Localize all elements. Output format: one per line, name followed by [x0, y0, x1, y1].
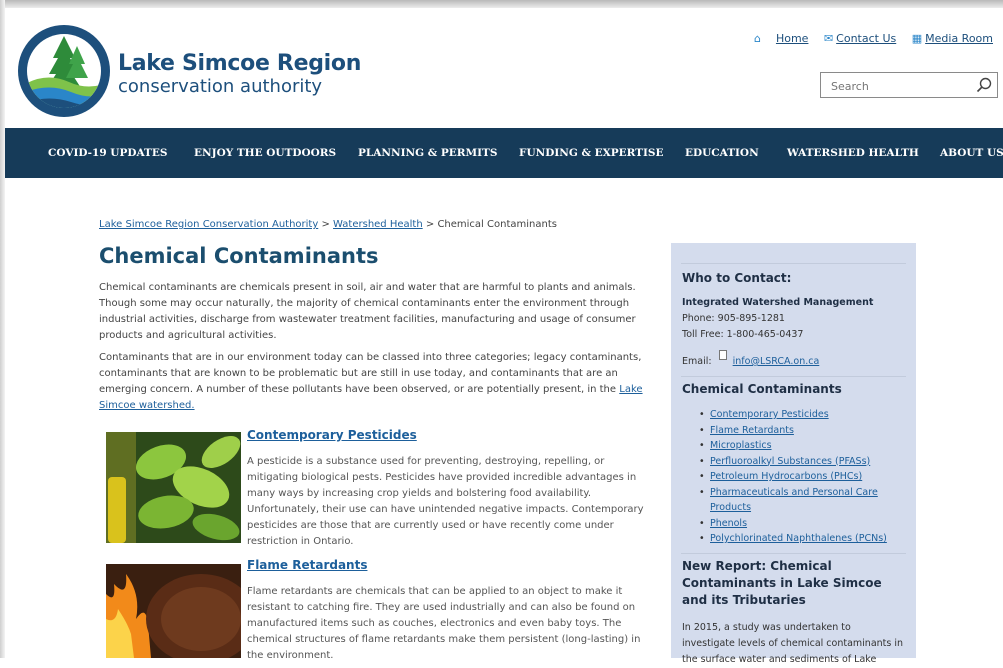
nav-planning-permits[interactable]: PLANNING & PERMITS: [358, 147, 497, 159]
pesticides-description: A pesticide is a substance used for prev…: [247, 456, 644, 547]
list-item: Contemporary Pesticides: [682, 407, 907, 423]
email-link[interactable]: info@LSRCA.on.ca: [733, 356, 820, 367]
intro-text: Contaminants that are in our environment…: [99, 352, 642, 395]
breadcrumb-separator: >: [425, 219, 435, 230]
main-nav: COVID-19 UPDATES ENJOY THE OUTDOORS PLAN…: [5, 128, 1003, 178]
org-subtitle: conservation authority: [118, 76, 323, 97]
org-title: Lake Simcoe Region: [118, 51, 362, 76]
nav-enjoy-outdoors[interactable]: ENJOY THE OUTDOORS: [194, 147, 336, 159]
nav-education[interactable]: EDUCATION: [685, 147, 759, 159]
list-item: Polychlorinated Naphthalenes (PCNs): [682, 531, 907, 547]
intro-paragraph: Chemical contaminants are chemicals pres…: [99, 282, 636, 341]
breadcrumb-parent[interactable]: Watershed Health: [333, 219, 423, 230]
sidebar-link-pfass[interactable]: Perfluoroalkyl Substances (PFASs): [710, 456, 870, 467]
contact-email-row: Email: info@LSRCA.on.ca: [682, 350, 819, 367]
contact-department: Integrated Watershed Management: [682, 297, 873, 308]
list-item: Petroleum Hydrocarbons (PHCs): [682, 469, 907, 485]
site-header: Lake Simcoe Region conservation authorit…: [5, 8, 1003, 128]
pesticides-image[interactable]: [106, 432, 241, 543]
nav-about-us[interactable]: ABOUT US: [940, 147, 1003, 159]
flame-retardants-description: Flame retardants are chemicals that can …: [247, 586, 641, 661]
nav-covid-updates[interactable]: COVID-19 UPDATES: [48, 147, 167, 159]
document-icon: [718, 350, 727, 360]
contaminants-list: Contemporary Pesticides Flame Retardants…: [682, 407, 907, 547]
media-room-link[interactable]: Media Room: [925, 32, 993, 45]
sidebar-link-contemporary-pesticides[interactable]: Contemporary Pesticides: [710, 409, 829, 420]
breadcrumb: Lake Simcoe Region Conservation Authorit…: [99, 219, 557, 230]
breadcrumb-root[interactable]: Lake Simcoe Region Conservation Authorit…: [99, 219, 318, 230]
search-icon[interactable]: [976, 77, 992, 93]
email-label: Email:: [682, 356, 712, 367]
intro-paragraph-2: Contaminants that are in our environment…: [99, 350, 644, 414]
utility-links: ⌂ Home ✉ Contact Us ▦ Media Room: [754, 32, 993, 45]
envelope-icon: ✉: [823, 32, 834, 45]
map-icon: ▦: [911, 32, 923, 45]
contact-department-name: Integrated Watershed Management: [682, 297, 874, 308]
window-frame-top: [0, 0, 1003, 8]
sidebar-link-flame-retardants[interactable]: Flame Retardants: [710, 425, 794, 436]
home-link[interactable]: Home: [776, 32, 808, 45]
list-item: Flame Retardants: [682, 423, 907, 439]
sidebar-link-pharmaceuticals[interactable]: Pharmaceuticals and Personal Care Produc…: [710, 487, 878, 514]
new-report-heading: New Report: Chemical Contaminants in Lak…: [682, 559, 882, 607]
sidebar-link-phcs[interactable]: Petroleum Hydrocarbons (PHCs): [710, 471, 862, 482]
flame-retardants-link[interactable]: Flame Retardants: [247, 558, 367, 572]
flame-retardants-image[interactable]: [106, 564, 241, 658]
sidebar-link-microplastics[interactable]: Microplastics: [710, 440, 772, 451]
nav-watershed-health[interactable]: WATERSHED HEALTH: [787, 147, 919, 159]
home-icon: ⌂: [753, 32, 761, 45]
contact-us-link[interactable]: Contact Us: [836, 32, 896, 45]
lsrca-logo[interactable]: [17, 24, 111, 118]
list-item: Microplastics: [682, 438, 907, 454]
contaminants-list-heading: Chemical Contaminants: [682, 382, 842, 396]
divider: [681, 553, 906, 554]
page-title: Chemical Contaminants: [99, 244, 379, 268]
sidebar-link-phenols[interactable]: Phenols: [710, 518, 747, 529]
list-item: Phenols: [682, 516, 907, 532]
contact-tollfree: Toll Free: 1-800-465-0437: [682, 329, 804, 340]
new-report-text: In 2015, a study was undertaken to inves…: [682, 622, 904, 665]
breadcrumb-separator: >: [321, 219, 330, 230]
divider: [681, 263, 906, 264]
list-item: Pharmaceuticals and Personal Care Produc…: [682, 485, 907, 516]
contemporary-pesticides-link[interactable]: Contemporary Pesticides: [247, 428, 417, 442]
contact-phone: Phone: 905-895-1281: [682, 313, 785, 324]
search-box: [820, 72, 998, 98]
breadcrumb-current: Chemical Contaminants: [437, 219, 557, 230]
who-to-contact-heading: Who to Contact:: [682, 271, 792, 285]
list-item: Perfluoroalkyl Substances (PFASs): [682, 454, 907, 470]
sidebar-link-pcns[interactable]: Polychlorinated Naphthalenes (PCNs): [710, 533, 887, 544]
sidebar: Who to Contact: Integrated Watershed Man…: [671, 243, 916, 665]
nav-funding-expertise[interactable]: FUNDING & EXPERTISE: [519, 147, 663, 159]
divider: [681, 376, 906, 377]
search-input[interactable]: [829, 74, 973, 98]
